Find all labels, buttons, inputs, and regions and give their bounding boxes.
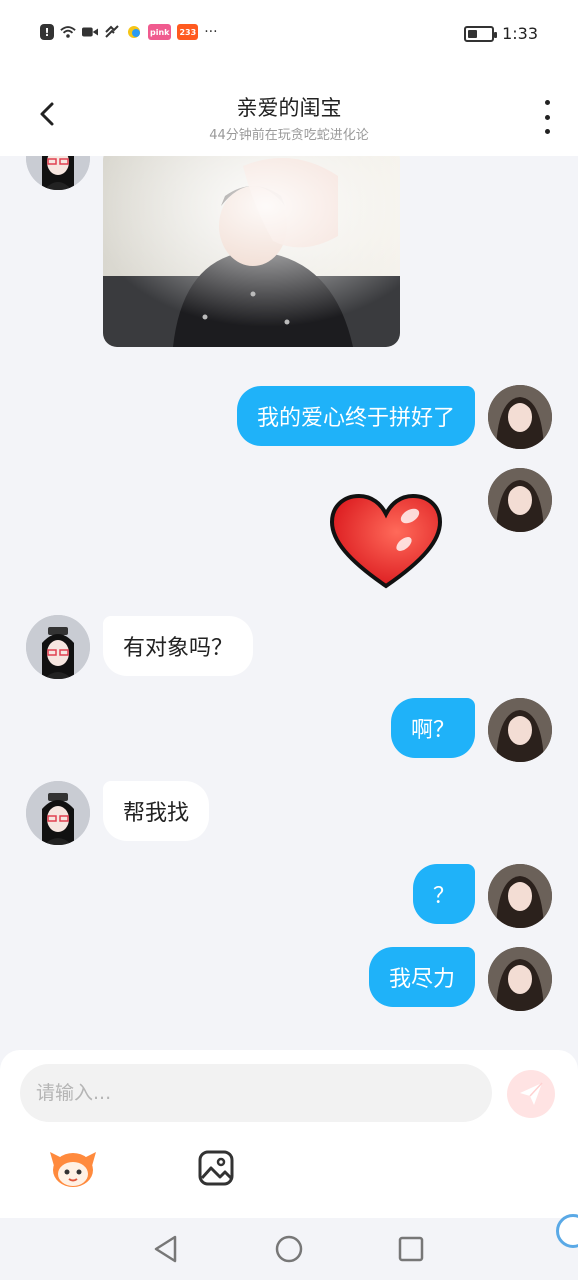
wifi-icon	[60, 24, 76, 40]
avatar-other[interactable]	[26, 156, 90, 190]
pink-app-badge: pink	[148, 24, 172, 40]
avatar-me[interactable]	[488, 864, 552, 928]
avatar-other[interactable]	[26, 615, 90, 679]
chat-header: 亲爱的闺宝 44分钟前在玩贪吃蛇进化论	[0, 68, 578, 156]
colorful-app-icon	[126, 24, 142, 40]
alert-icon: !	[40, 24, 54, 40]
paper-plane-icon	[520, 1082, 543, 1105]
chat-title: 亲爱的闺宝	[236, 96, 342, 120]
image-icon	[198, 1150, 234, 1186]
nav-back-button[interactable]	[149, 1232, 183, 1266]
nav-recents-button[interactable]	[394, 1232, 428, 1266]
message-bubble-other[interactable]: 有对象吗？	[103, 616, 254, 676]
mascot-emoji-icon	[50, 1152, 96, 1187]
app-notification-icon	[104, 24, 120, 40]
send-button[interactable]	[507, 1070, 555, 1118]
more-notifications: ···	[204, 24, 218, 40]
avatar-me[interactable]	[488, 385, 552, 449]
avatar-me[interactable]	[488, 468, 552, 532]
avatar-me[interactable]	[488, 947, 552, 1011]
message-photo[interactable]	[103, 156, 400, 347]
nav-home-button[interactable]	[272, 1232, 306, 1266]
input-panel	[0, 1050, 578, 1218]
triangle-back-icon	[154, 1235, 177, 1263]
emoji-button[interactable]	[48, 1146, 98, 1190]
message-bubble-other[interactable]: 帮我找	[103, 781, 210, 841]
square-recents-icon	[398, 1236, 424, 1262]
image-picker-button[interactable]	[196, 1148, 236, 1188]
circle-home-icon	[275, 1235, 303, 1263]
heart-sticker[interactable]	[328, 493, 444, 590]
clock: 1:33	[502, 24, 538, 43]
more-options-button[interactable]	[540, 100, 554, 134]
more-vertical-icon	[544, 100, 550, 105]
status-icons-left: ! pink 233 ···	[40, 24, 218, 40]
message-bubble-me[interactable]: 我尽力	[368, 947, 475, 1007]
message-bubble-me[interactable]: 啊？	[390, 698, 475, 758]
video-camera-icon	[82, 24, 98, 40]
message-list[interactable]: 我的爱心终于拼好了 有对象吗？ 啊？ 帮我找 ？ 我尽力	[0, 156, 578, 1056]
status-icons-right: 1:33	[464, 24, 538, 43]
message-bubble-me[interactable]: ？	[412, 864, 475, 924]
status-bar: ! pink 233 ··· 1:33	[0, 0, 578, 68]
system-navigation-bar	[0, 1218, 578, 1280]
message-input[interactable]	[20, 1064, 492, 1122]
battery-icon	[464, 25, 498, 42]
avatar-other[interactable]	[26, 781, 90, 845]
game-app-badge: 233	[177, 24, 199, 40]
avatar-me[interactable]	[488, 698, 552, 762]
chat-subtitle: 44分钟前在玩贪吃蛇进化论	[209, 128, 369, 143]
message-bubble-me[interactable]: 我的爱心终于拼好了	[236, 386, 475, 446]
